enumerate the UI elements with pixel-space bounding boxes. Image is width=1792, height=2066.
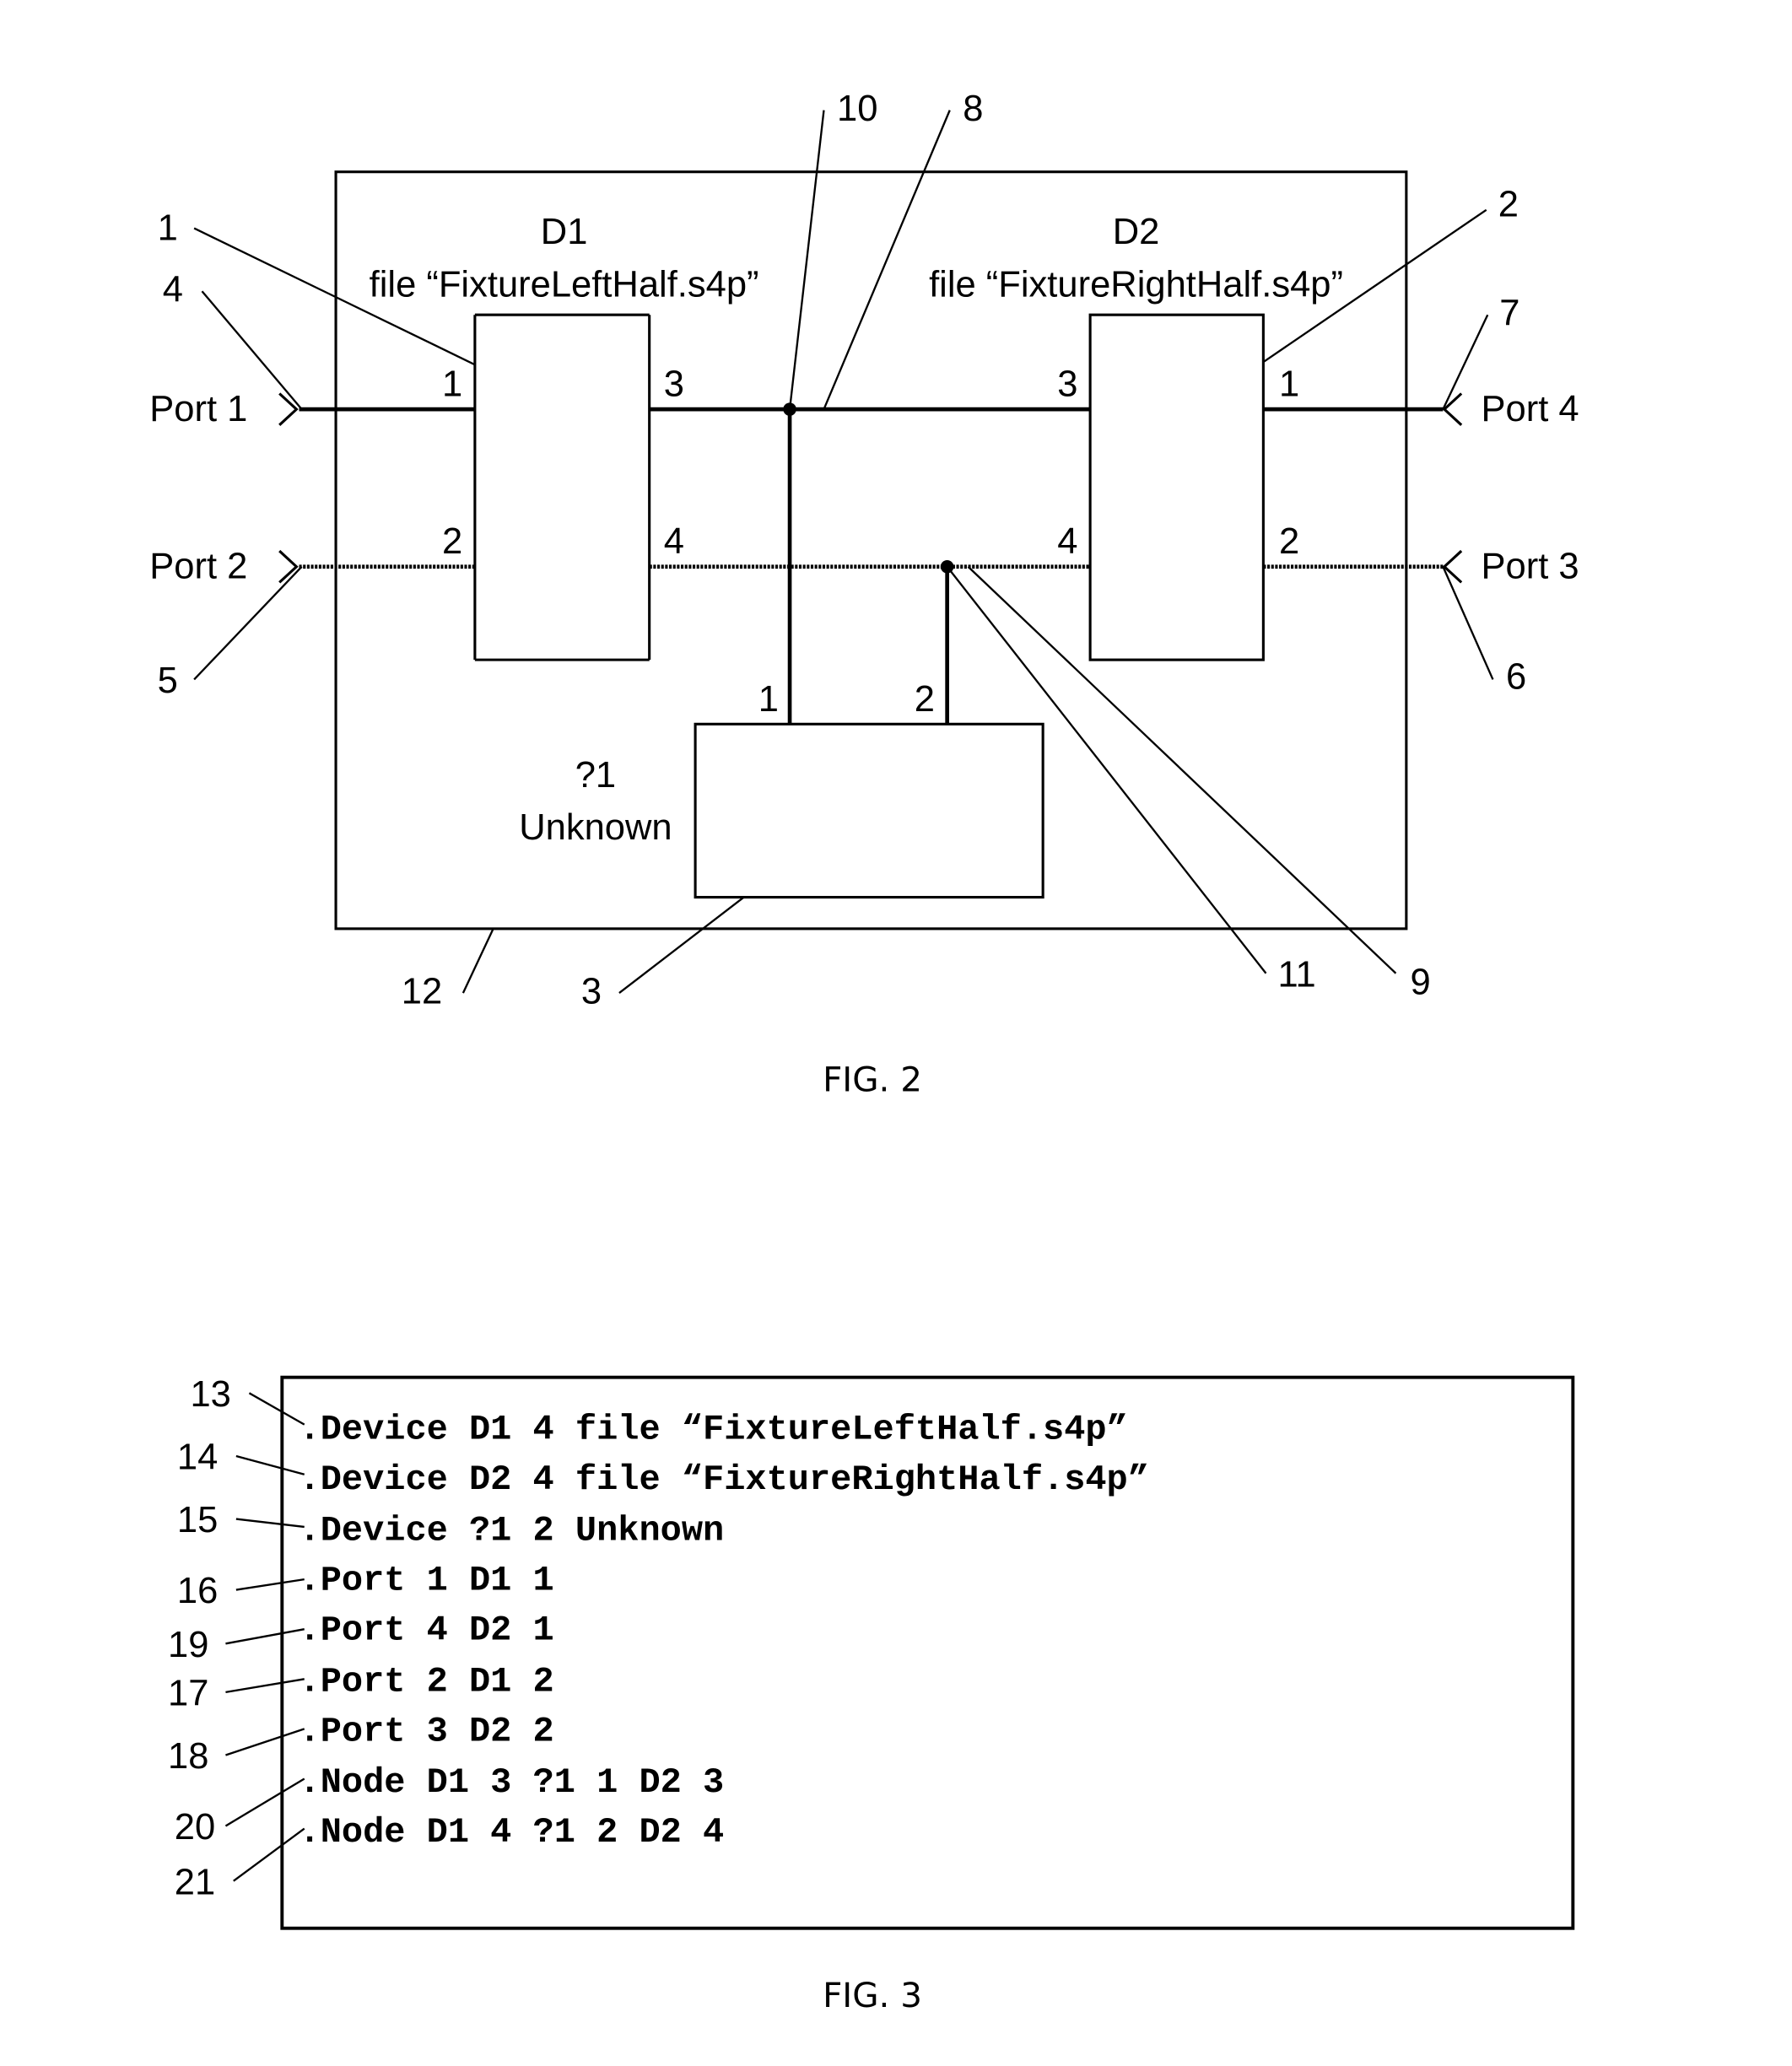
d1-pin-3: 3: [664, 364, 684, 405]
d1-pin-1: 1: [442, 364, 462, 405]
d1-pin-2: 2: [442, 521, 462, 562]
netlist-line: .Port 4 D2 1: [300, 1610, 554, 1651]
netlist-line: .Port 3 D2 2: [300, 1711, 554, 1751]
unknown-pin-1: 1: [758, 679, 779, 720]
port-1-label: Port 1: [149, 389, 247, 429]
ref-19: 19: [168, 1625, 208, 1665]
netlist-line: .Device ?1 2 Unknown: [300, 1510, 725, 1551]
port1-connector-icon: [278, 392, 299, 426]
unknown-pin-2: 2: [915, 679, 935, 720]
fig3-caption: FIG. 3: [823, 1975, 922, 2015]
d1-pin-4: 4: [664, 521, 684, 562]
ref-5: 5: [158, 661, 178, 701]
port-4-label: Port 4: [1481, 389, 1579, 429]
ref-21: 21: [175, 1862, 215, 1902]
ref-20: 20: [175, 1807, 215, 1848]
ref-18: 18: [168, 1736, 208, 1777]
netlist-line: .Node D1 3 ?1 1 D2 3: [300, 1762, 725, 1803]
unknown-box: [694, 722, 1044, 899]
d2-pin-1: 1: [1279, 364, 1299, 405]
ref-3: 3: [581, 972, 602, 1012]
ref-8: 8: [963, 89, 983, 129]
d2-pin-3: 3: [1057, 364, 1077, 405]
port-2-label: Port 2: [149, 547, 247, 587]
d2-box: [1088, 313, 1265, 661]
ref-16: 16: [177, 1571, 218, 1611]
d2-pin-4: 4: [1057, 521, 1077, 562]
d1-box: [473, 313, 651, 661]
d1-name: D1: [541, 212, 588, 252]
d1-file: file “FixtureLeftHalf.s4p”: [370, 264, 759, 305]
ref-9: 9: [1411, 963, 1431, 1003]
port2-connector-icon: [278, 549, 299, 584]
junction-node-top: [783, 402, 796, 416]
unknown-name: ?1: [575, 755, 616, 796]
port-3-label: Port 3: [1481, 547, 1579, 587]
ref-12: 12: [402, 972, 442, 1012]
netlist-leaders: [224, 1392, 305, 1882]
ref-11: 11: [1277, 954, 1315, 995]
ref-15: 15: [177, 1500, 218, 1540]
ref-1: 1: [158, 208, 178, 249]
fig2-caption: FIG. 2: [823, 1060, 922, 1100]
ref-7: 7: [1499, 294, 1519, 334]
netlist-line: .Device D1 4 file “FixtureLeftHalf.s4p”: [300, 1410, 1128, 1450]
ref-4: 4: [163, 270, 183, 310]
netlist-line: .Port 2 D1 2: [300, 1661, 554, 1702]
unknown-label: Unknown: [519, 807, 672, 848]
ref-10: 10: [837, 89, 877, 129]
d2-pin-2: 2: [1279, 521, 1299, 562]
ref-17: 17: [168, 1673, 208, 1713]
netlist-line: .Device D2 4 file “FixtureRightHalf.s4p”: [300, 1459, 1149, 1500]
netlist-line: .Port 1 D1 1: [300, 1561, 554, 1601]
ref-13: 13: [190, 1374, 230, 1415]
port4-connector-icon: [1442, 392, 1463, 426]
netlist-line: .Node D1 4 ?1 2 D2 4: [300, 1812, 725, 1853]
patent-figures: D1 file “FixtureLeftHalf.s4p” D2 file “F…: [149, 89, 1579, 2015]
ref-2: 2: [1498, 185, 1519, 225]
d2-file: file “FixtureRightHalf.s4p”: [929, 264, 1343, 305]
junction-node-bottom: [940, 559, 954, 574]
ref-6: 6: [1506, 656, 1526, 697]
d2-name: D2: [1113, 212, 1160, 252]
ref-14: 14: [177, 1438, 218, 1478]
